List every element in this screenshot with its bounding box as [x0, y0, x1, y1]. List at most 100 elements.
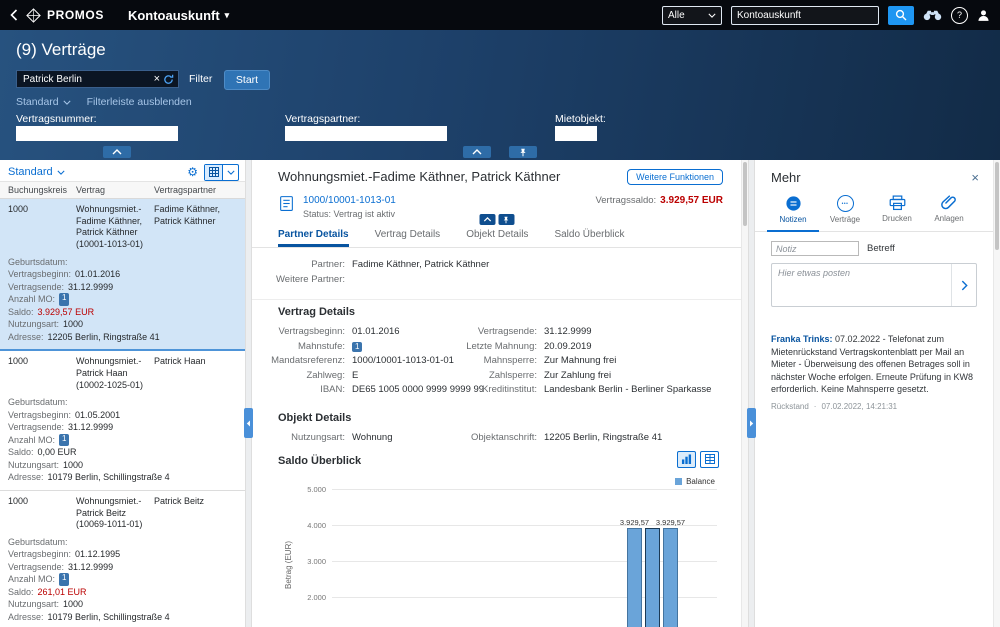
list-item[interactable]: 1000 Wohnungsmiet.-Patrick Beitz (10069-… [0, 491, 245, 627]
legend-label: Balance [686, 477, 715, 486]
pin-object-header-button[interactable] [498, 214, 514, 225]
printer-icon [889, 195, 906, 211]
post-box[interactable]: Hier etwas posten [771, 263, 977, 307]
back-icon[interactable] [10, 9, 18, 21]
pin-icon [503, 216, 510, 224]
send-button[interactable] [951, 264, 976, 306]
variant-dropdown[interactable]: Standard [16, 96, 71, 108]
form-label: Partner: [252, 258, 352, 273]
chevron-down-icon [708, 13, 716, 18]
collapse-header-button[interactable] [463, 146, 491, 158]
more-functions-button[interactable]: Weitere Funktionen [627, 169, 723, 185]
saldo-section-header: Saldo Überblick [252, 445, 741, 469]
list-item[interactable]: 1000 Wohnungsmiet.-Fadime Käthner, Patri… [0, 199, 245, 351]
search-box: × [16, 70, 179, 88]
middle-scrollbar[interactable] [741, 160, 748, 627]
status-value: Vertrag ist aktiv [334, 209, 396, 219]
detail-label: Anzahl MO: [8, 293, 55, 306]
binoculars-icon[interactable] [923, 9, 942, 21]
contract-document-icon [278, 195, 295, 212]
search-button[interactable] [888, 6, 914, 25]
contract-search-input[interactable] [21, 73, 151, 86]
tab-drucken[interactable]: Drucken [871, 191, 923, 231]
clear-icon[interactable]: × [151, 74, 163, 85]
collapse-right-panel-handle[interactable] [747, 408, 756, 438]
view-switch[interactable] [204, 164, 239, 181]
tab-anlagen[interactable]: Anlagen [923, 191, 975, 231]
more-panel-tabs: Notizen ••• Verträge Drucken Anlagen [755, 189, 993, 232]
saldo-value: 0,00 EUR [38, 446, 77, 459]
objekt-details-section: Nutzungsart:Wohnung Objektanschrift:1220… [252, 431, 741, 446]
vertragsnummer-input[interactable] [16, 126, 178, 141]
form-value: Wohnung [352, 431, 393, 446]
caret-down-icon: ▾ [225, 11, 230, 20]
saldo-amount: 3.929,57 EUR [660, 195, 723, 206]
cell-vertrag: Wohnungsmiet.-Patrick Haan (10002-1025-0… [76, 356, 154, 391]
bar-chart-toggle[interactable] [677, 451, 696, 468]
saldo-value: 3.929,57 EUR [38, 306, 95, 319]
form-value: E [352, 369, 358, 384]
app-title-menu[interactable]: Kontoauskunft ▾ [128, 8, 229, 23]
table-view-toggle[interactable] [700, 451, 719, 468]
pin-icon [519, 148, 527, 157]
list-variant-dropdown[interactable]: Standard [8, 166, 65, 178]
brand-logo[interactable]: PROMOS [26, 8, 104, 23]
mietobjekt-input[interactable] [555, 126, 597, 141]
tab-vertrag-details[interactable]: Vertrag Details [375, 223, 441, 247]
vertragspartner-input[interactable] [285, 126, 447, 141]
detail-label: Anzahl MO: [8, 434, 55, 447]
detail-value: 31.12.9999 [68, 421, 113, 434]
help-icon[interactable]: ? [951, 7, 968, 24]
pin-header-button[interactable] [509, 146, 537, 158]
gear-icon[interactable]: ⚙ [187, 166, 198, 178]
chart-bar[interactable] [627, 528, 642, 627]
notiz-input[interactable] [771, 241, 859, 256]
form-label: Mandatsreferenz: [252, 354, 352, 369]
collapse-left-panel-handle[interactable] [244, 408, 253, 438]
tab-objekt-details[interactable]: Objekt Details [466, 223, 528, 247]
global-search-input[interactable] [731, 6, 879, 25]
chart-y-tick: 5.000 [282, 485, 326, 494]
variant-label: Standard [16, 96, 59, 108]
filter-header: (9) Verträge × Filter Start Standard Fil… [0, 30, 1000, 160]
column-header-vertragspartner: Vertragspartner [154, 185, 245, 195]
top-bar: PROMOS Kontoauskunft ▾ Alle ? [0, 0, 1000, 30]
collapse-object-header-button[interactable] [479, 214, 495, 225]
list-column-headers: Buchungskreis Vertrag Vertragspartner [0, 181, 245, 199]
detail-value: 01.12.1995 [75, 548, 120, 561]
hide-filterbar-link[interactable]: Filterleiste ausblenden [87, 96, 192, 108]
contract-status: Status: Vertrag ist aktiv [303, 209, 396, 219]
table-icon [705, 454, 715, 464]
legend-swatch [675, 478, 682, 485]
detail-label: Vertragsende: [8, 561, 64, 574]
contract-id-link[interactable]: 1000/10001-1013-01 [303, 195, 396, 206]
tab-saldo-ueberblick[interactable]: Saldo Überblick [554, 223, 624, 247]
tab-notizen[interactable]: Notizen [767, 191, 819, 232]
profile-icon[interactable] [977, 9, 990, 22]
list-item-summary: 1000 Wohnungsmiet.-Patrick Haan (10002-1… [0, 351, 245, 394]
scope-select[interactable]: Alle [662, 6, 722, 25]
object-header-controls [479, 214, 514, 225]
collapse-list-button[interactable] [103, 146, 131, 158]
partner-details-section: Partner:Fadime Käthner, Patrick Käthner … [252, 248, 741, 299]
detail-value: 1000 [63, 598, 83, 611]
left-splitter[interactable] [245, 160, 252, 627]
note-timestamp: 07.02.2022, 14:21:31 [821, 401, 897, 412]
cell-vertrag: Wohnungsmiet.-Fadime Käthner, Patrick Kä… [76, 204, 154, 251]
chart-bar[interactable] [645, 528, 660, 627]
start-button[interactable]: Start [224, 70, 270, 90]
right-scrollbar[interactable] [993, 160, 1000, 627]
more-panel-title: Mehr [771, 170, 801, 185]
note-tag: Rückstand [771, 401, 809, 412]
list-item-details: Geburtsdatum: Vertragsbeginn:01.12.1995 … [0, 534, 245, 627]
tab-partner-details[interactable]: Partner Details [278, 223, 349, 247]
refresh-icon[interactable] [163, 74, 174, 85]
arrow-left-icon [246, 420, 251, 427]
list-item[interactable]: 1000 Wohnungsmiet.-Patrick Haan (10002-1… [0, 351, 245, 491]
close-icon[interactable]: × [971, 171, 979, 184]
chart-bar[interactable] [663, 528, 678, 627]
tab-vertraege[interactable]: ••• Verträge [819, 191, 871, 231]
detail-label: Nutzungsart: [8, 459, 59, 472]
form-label: Letzte Mahnung: [452, 340, 544, 355]
right-splitter[interactable] [748, 160, 755, 627]
